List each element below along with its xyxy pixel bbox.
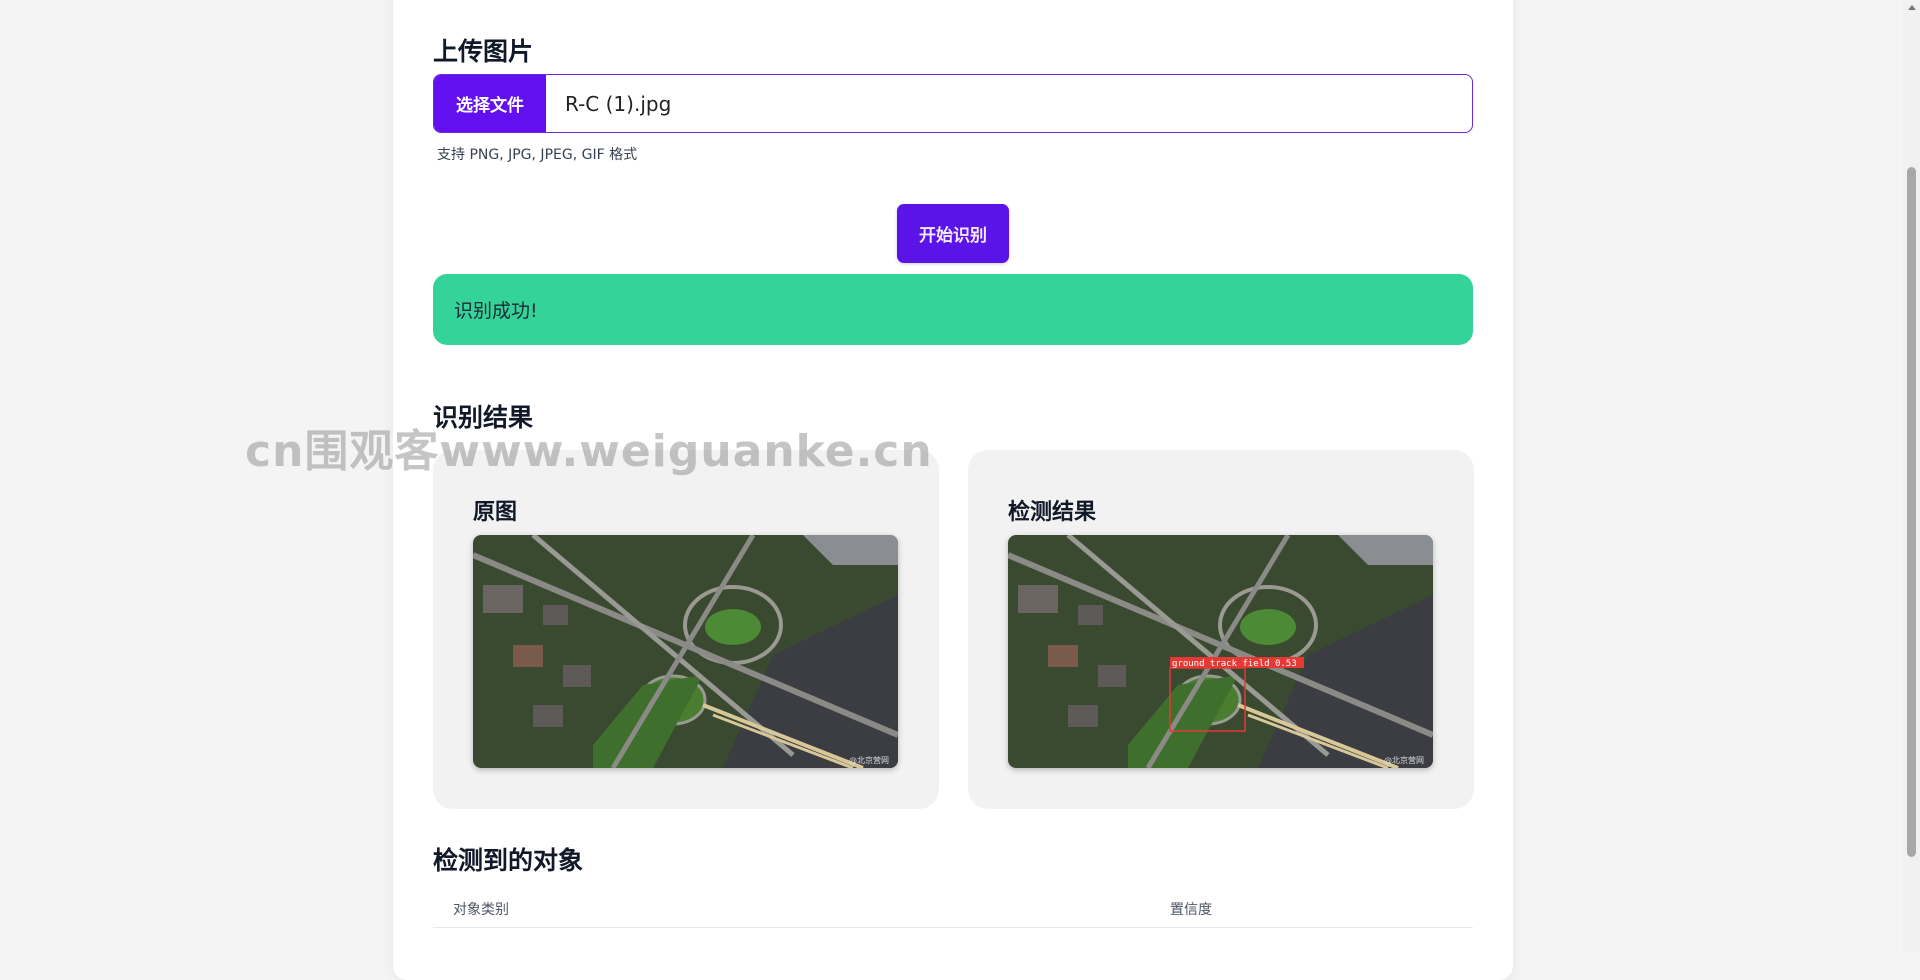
success-banner: 识别成功! [433, 274, 1473, 345]
start-recognition-button[interactable]: 开始识别 [897, 204, 1009, 263]
objects-table-header: 对象类别 置信度 [433, 885, 1473, 928]
main-card: 上传图片 选择文件 R-C (1).jpg 支持 PNG, JPG, JPEG,… [393, 0, 1513, 980]
image-watermark: @北京营网 [849, 755, 889, 765]
original-title: 原图 [473, 500, 518, 525]
image-watermark: @北京营网 [1384, 755, 1424, 765]
file-input[interactable]: 选择文件 R-C (1).jpg [433, 74, 1473, 133]
original-panel: 原图 @北京营网 [433, 450, 939, 809]
page-scrollbar[interactable] [1903, 0, 1920, 953]
column-header-confidence: 置信度 [1170, 902, 1212, 918]
selected-file-name: R-C (1).jpg [565, 91, 672, 116]
original-image: @北京营网 [473, 535, 898, 768]
site-watermark: cn围观客www.weiguanke.cn [245, 426, 933, 477]
detection-title: 检测结果 [1008, 500, 1097, 525]
scroll-up-icon[interactable] [1908, 5, 1916, 10]
success-message: 识别成功! [454, 300, 538, 322]
column-header-class: 对象类别 [453, 902, 509, 918]
choose-file-button[interactable]: 选择文件 [434, 75, 546, 132]
objects-title: 检测到的对象 [433, 846, 584, 875]
scroll-thumb[interactable] [1907, 167, 1916, 857]
detection-image: ground track field 0.53 @北京营网 [1008, 535, 1433, 768]
format-hint: 支持 PNG, JPG, JPEG, GIF 格式 [437, 147, 638, 163]
detection-label: ground track field 0.53 [1172, 659, 1297, 669]
detection-panel: 检测结果 ground track field 0.53 @北京营网 [968, 450, 1474, 809]
upload-title: 上传图片 [433, 37, 534, 66]
